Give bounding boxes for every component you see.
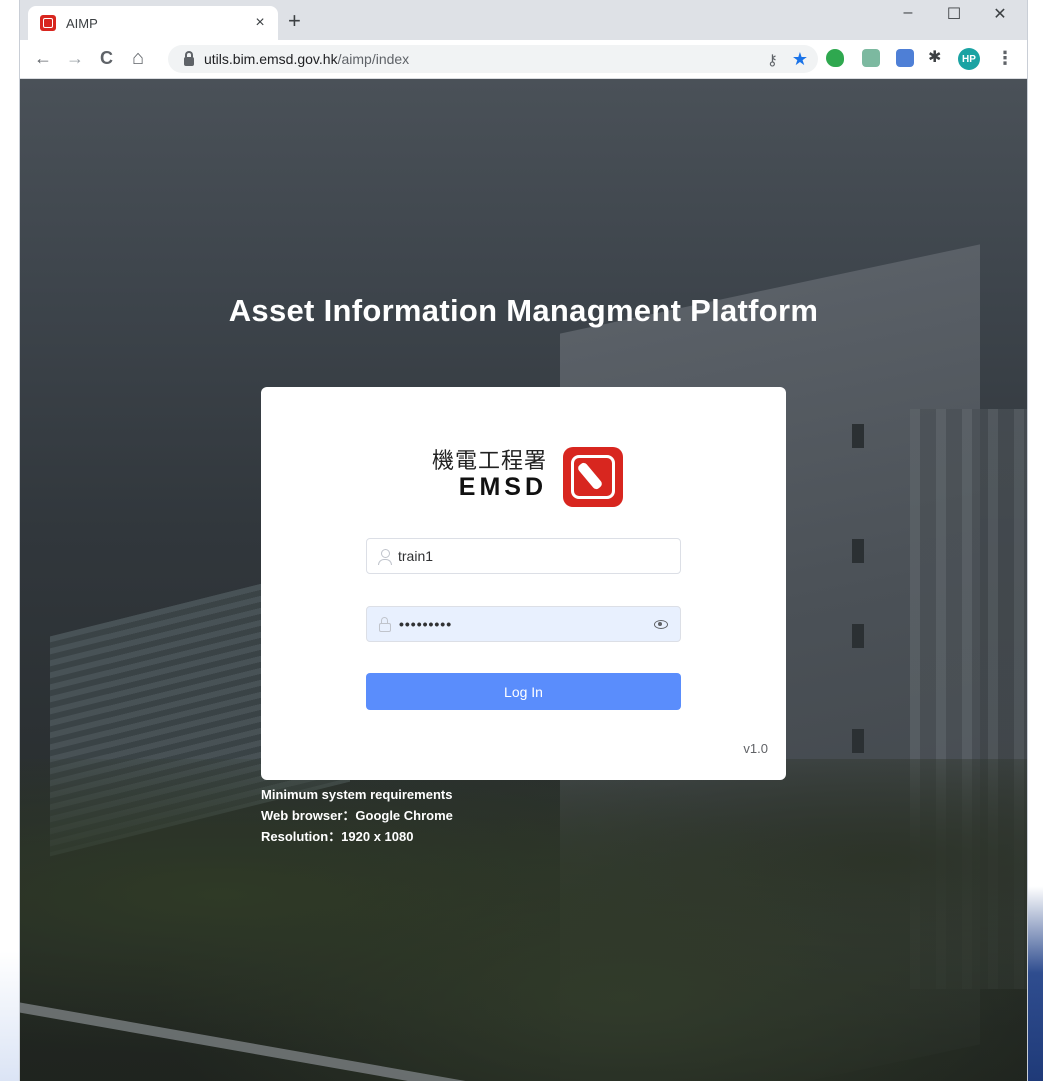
maximize-button[interactable]: ☐ bbox=[934, 4, 974, 32]
slide-left-edge bbox=[0, 0, 20, 1081]
emsd-emblem-icon bbox=[563, 447, 623, 507]
requirements-heading: Minimum system requirements bbox=[261, 787, 453, 802]
translate-extension-icon[interactable] bbox=[896, 49, 914, 67]
background-window bbox=[852, 424, 864, 448]
puzzle-extensions-icon[interactable]: ✱ bbox=[928, 48, 941, 68]
tab-close-icon[interactable]: × bbox=[250, 14, 270, 32]
user-icon bbox=[378, 548, 392, 565]
username-input[interactable] bbox=[396, 547, 680, 565]
lock-icon bbox=[184, 50, 194, 66]
background-window bbox=[852, 729, 864, 753]
requirements-resolution: Resolution：1920 x 1080 bbox=[261, 829, 414, 844]
emsd-favicon-icon bbox=[40, 15, 56, 31]
browser-window: AIMP × + – ☐ ✕ ← → C ⌂ utils.bim.emsd.go… bbox=[20, 0, 1027, 1081]
extension-icon[interactable] bbox=[862, 49, 880, 67]
new-tab-button[interactable]: + bbox=[288, 8, 301, 34]
password-field[interactable] bbox=[366, 606, 681, 642]
eye-icon[interactable] bbox=[654, 619, 668, 629]
lock-icon bbox=[379, 616, 391, 632]
bookmark-star-icon[interactable]: ★ bbox=[792, 49, 808, 70]
login-card: 機電工程署 EMSD Log In v1.0 bbox=[261, 387, 786, 780]
logo-english-text: EMSD bbox=[458, 473, 547, 501]
page-title: Asset Information Managment Platform bbox=[228, 293, 819, 328]
version-label: v1.0 bbox=[743, 741, 768, 756]
home-icon[interactable]: ⌂ bbox=[132, 48, 144, 68]
browser-tab[interactable]: AIMP × bbox=[28, 6, 278, 40]
address-bar[interactable]: utils.bim.emsd.gov.hk/aimp/index ⚷ ★ bbox=[168, 45, 818, 73]
url-text[interactable]: utils.bim.emsd.gov.hk/aimp/index bbox=[204, 51, 409, 67]
key-icon[interactable]: ⚷ bbox=[767, 51, 778, 69]
minimize-button[interactable]: – bbox=[888, 4, 928, 32]
logo-chinese-text: 機電工程署 bbox=[431, 449, 547, 474]
username-field[interactable] bbox=[366, 538, 681, 574]
close-window-button[interactable]: ✕ bbox=[980, 4, 1020, 32]
background-window bbox=[852, 539, 864, 563]
password-input[interactable] bbox=[397, 615, 654, 633]
menu-dots-icon[interactable]: ⋮ bbox=[996, 48, 1014, 69]
background-window bbox=[852, 624, 864, 648]
back-arrow-icon[interactable]: ← bbox=[34, 48, 52, 68]
emsd-logo: 機電工程署 EMSD bbox=[419, 443, 631, 515]
slide-right-edge bbox=[1027, 0, 1043, 1081]
forward-arrow-icon[interactable]: → bbox=[66, 48, 84, 68]
requirements-browser: Web browser：Google Chrome bbox=[261, 808, 453, 823]
profile-avatar[interactable]: HP bbox=[958, 48, 980, 70]
login-button[interactable]: Log In bbox=[366, 673, 681, 710]
evernote-extension-icon[interactable] bbox=[826, 49, 844, 67]
system-requirements: Minimum system requirements Web browser：… bbox=[261, 784, 453, 847]
reload-icon[interactable]: C bbox=[100, 48, 113, 68]
login-page: Asset Information Managment Platform 機電工… bbox=[20, 79, 1027, 1081]
browser-toolbar: ← → C ⌂ utils.bim.emsd.gov.hk/aimp/index… bbox=[20, 40, 1027, 79]
tab-strip: AIMP × + – ☐ ✕ bbox=[20, 0, 1027, 40]
tab-title: AIMP bbox=[66, 15, 98, 31]
